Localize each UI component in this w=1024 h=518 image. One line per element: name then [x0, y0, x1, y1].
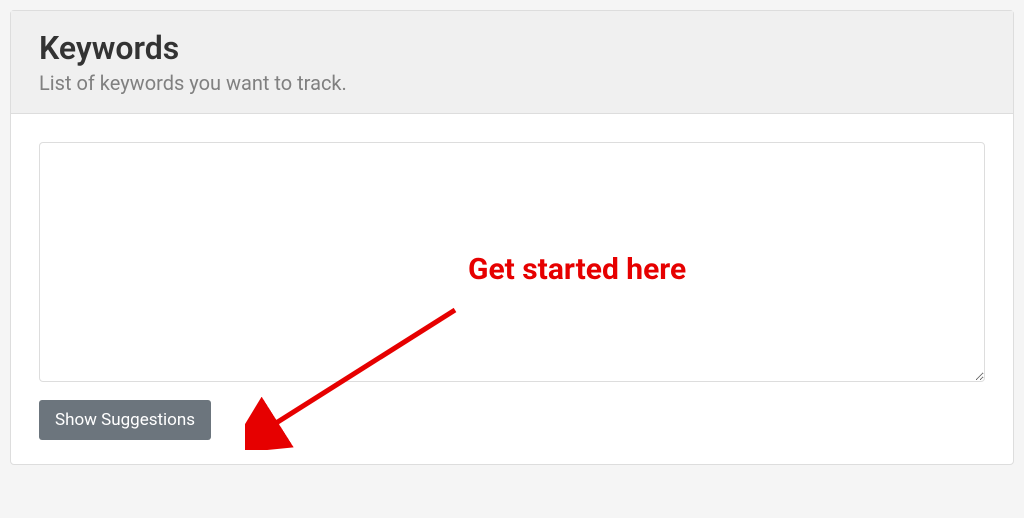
keywords-input[interactable] [39, 142, 985, 382]
keywords-panel: Keywords List of keywords you want to tr… [10, 10, 1014, 465]
panel-title: Keywords [39, 29, 985, 67]
panel-header: Keywords List of keywords you want to tr… [11, 11, 1013, 114]
show-suggestions-button[interactable]: Show Suggestions [39, 400, 211, 440]
panel-subtitle: List of keywords you want to track. [39, 71, 985, 95]
panel-body: Show Suggestions [11, 114, 1013, 464]
